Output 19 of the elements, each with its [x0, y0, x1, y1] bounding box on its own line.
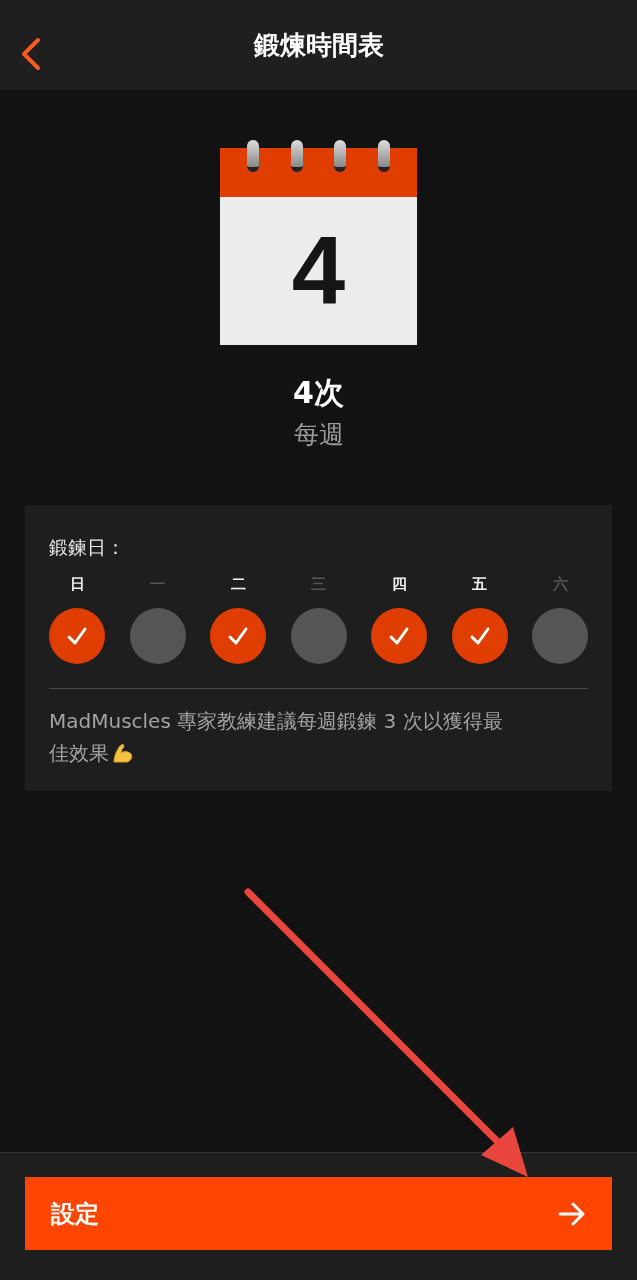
day-label: 日	[69, 575, 85, 594]
back-icon[interactable]	[21, 37, 41, 71]
calendar-number: 4	[291, 223, 346, 319]
coach-tip: MadMuscles 專家教練建議每週鍛鍊 3 次以獲得最	[49, 708, 503, 735]
day-toggle[interactable]	[210, 608, 266, 664]
day-toggle[interactable]	[49, 608, 105, 664]
frequency-period: 每週	[293, 419, 344, 451]
set-button[interactable]: 設定	[25, 1177, 612, 1250]
screen-title: 鍛煉時間表	[253, 28, 384, 62]
arrow-right-icon	[558, 1201, 586, 1226]
frequency-count: 4次	[293, 374, 344, 412]
day-label: 四	[391, 575, 407, 594]
day-label: 二	[230, 575, 246, 594]
flexed-arm-icon	[111, 741, 135, 765]
coach-tip: 佳效果	[49, 740, 109, 767]
day-toggle[interactable]	[532, 608, 588, 664]
day-toggle[interactable]	[371, 608, 427, 664]
schedule-label: 鍛鍊日：	[49, 535, 126, 560]
day-label: 五	[472, 575, 487, 594]
